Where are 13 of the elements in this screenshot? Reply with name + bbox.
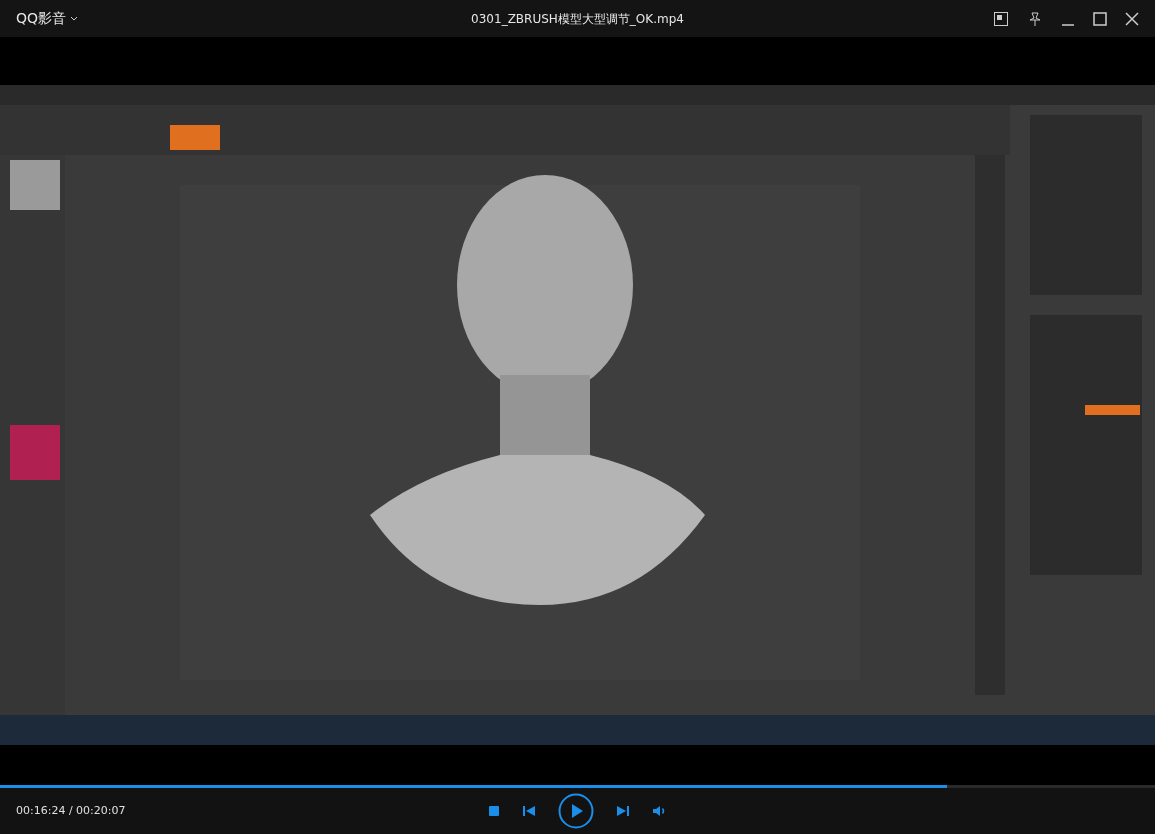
progress-track[interactable]	[0, 785, 1155, 788]
stop-icon[interactable]	[487, 805, 500, 817]
window-title: 0301_ZBRUSH模型大型调节_OK.mp4	[471, 10, 684, 28]
pin-icon[interactable]	[1027, 10, 1043, 27]
chevron-down-icon	[70, 15, 79, 22]
close-icon[interactable]	[1125, 11, 1139, 26]
previous-icon[interactable]	[521, 805, 536, 817]
picture-in-picture-icon[interactable]	[993, 10, 1009, 27]
play-button-icon[interactable]	[557, 793, 594, 829]
app-menu-button[interactable]: QQ影音	[16, 8, 79, 29]
next-icon[interactable]	[615, 805, 630, 817]
maximize-icon[interactable]	[1093, 11, 1107, 26]
time-display: 00:16:24 / 00:20:07	[16, 802, 126, 819]
